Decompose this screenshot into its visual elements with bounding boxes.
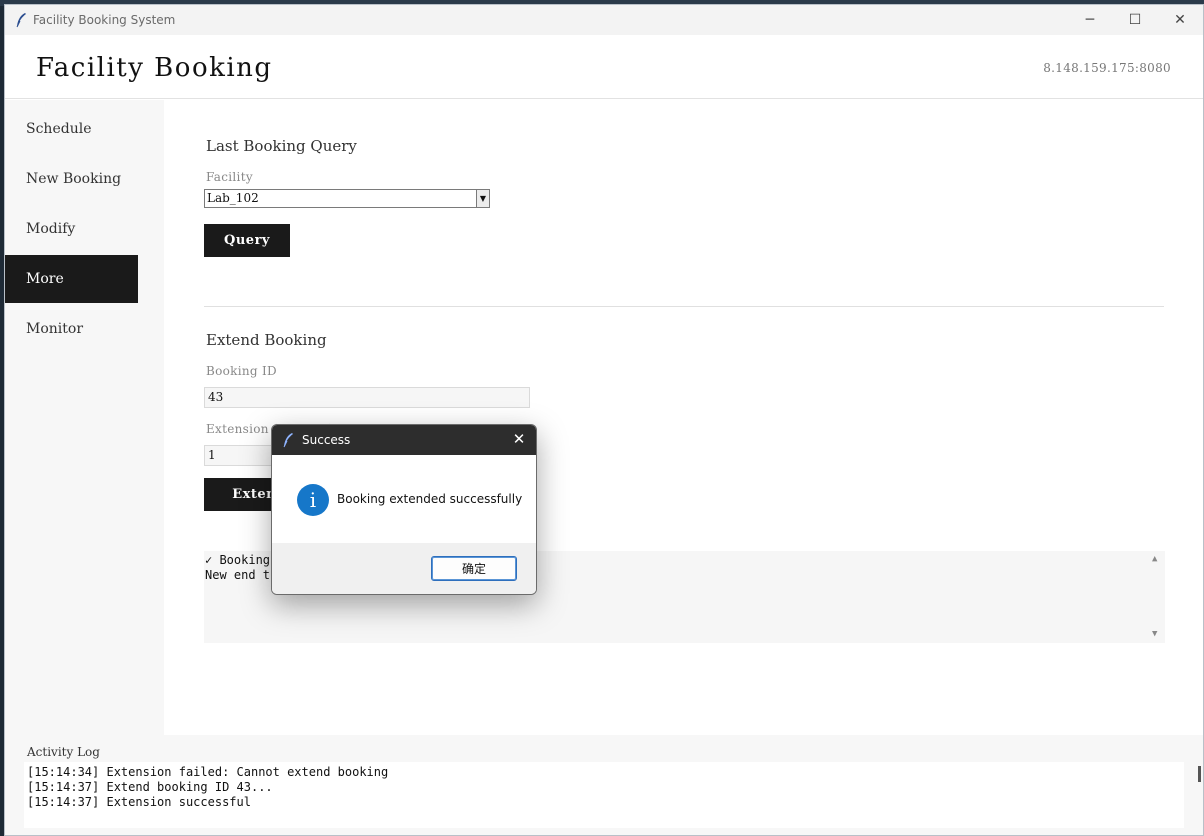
success-dialog: Success ✕ i Booking extended successfull… [271, 424, 537, 595]
sidebar-item-more[interactable]: More [5, 255, 138, 303]
log-line: [15:14:37] Extension successful [27, 795, 251, 809]
sidebar-item-modify[interactable]: Modify [5, 205, 138, 253]
dialog-close-button[interactable]: ✕ [510, 430, 528, 448]
facility-label: Facility [206, 170, 253, 184]
query-button[interactable]: Query [204, 224, 290, 257]
sidebar-item-new-booking[interactable]: New Booking [5, 155, 138, 203]
app-window: Facility Booking System ─ ☐ ✕ Facility B… [4, 4, 1204, 836]
feather-icon [16, 13, 26, 28]
dialog-footer: 确定 [272, 543, 536, 594]
window-title: Facility Booking System [33, 13, 176, 27]
activity-log-output: [15:14:34] Extension failed: Cannot exte… [24, 762, 1184, 828]
activity-log-panel: Activity Log [15:14:34] Extension failed… [5, 735, 1203, 835]
feather-icon [283, 433, 293, 448]
log-line: [15:14:37] Extend booking ID 43... [27, 780, 273, 794]
ok-button[interactable]: 确定 [431, 556, 517, 581]
facility-select-value: Lab_102 [207, 191, 259, 205]
activity-log-label: Activity Log [27, 745, 100, 759]
close-window-button[interactable]: ✕ [1157, 5, 1203, 35]
sidebar-item-monitor[interactable]: Monitor [5, 305, 138, 353]
maximize-button[interactable]: ☐ [1112, 5, 1158, 35]
section-divider [204, 306, 1164, 307]
scroll-down-icon[interactable]: ▼ [1152, 629, 1157, 639]
booking-id-label: Booking ID [206, 364, 277, 378]
scroll-up-icon[interactable]: ▲ [1152, 554, 1157, 564]
main-content: Last Booking Query Facility Lab_102 ▼ Qu… [164, 100, 1203, 735]
booking-id-input[interactable]: 43 [204, 387, 530, 408]
facility-select[interactable]: Lab_102 ▼ [204, 189, 490, 208]
result-scrollbar[interactable]: ▲ ▼ [1149, 551, 1165, 643]
chevron-down-icon[interactable]: ▼ [476, 190, 489, 207]
activity-log-scrollbar[interactable] [1198, 766, 1201, 782]
last-booking-query-title: Last Booking Query [206, 137, 357, 155]
minimize-button[interactable]: ─ [1067, 5, 1113, 35]
window-titlebar: Facility Booking System ─ ☐ ✕ [5, 5, 1203, 35]
server-address: 8.148.159.175:8080 [1043, 61, 1171, 75]
sidebar: Schedule New Booking Modify More Monitor [5, 100, 164, 735]
sidebar-item-schedule[interactable]: Schedule [5, 105, 138, 153]
page-title: Facility Booking [36, 53, 273, 83]
info-icon: i [297, 484, 329, 516]
dialog-title: Success [302, 433, 351, 447]
log-line: [15:14:34] Extension failed: Cannot exte… [27, 765, 389, 779]
dialog-titlebar: Success ✕ [272, 425, 536, 455]
extend-booking-title: Extend Booking [206, 331, 327, 349]
app-header: Facility Booking 8.148.159.175:8080 [5, 35, 1203, 99]
dialog-message: Booking extended successfully [337, 492, 523, 506]
